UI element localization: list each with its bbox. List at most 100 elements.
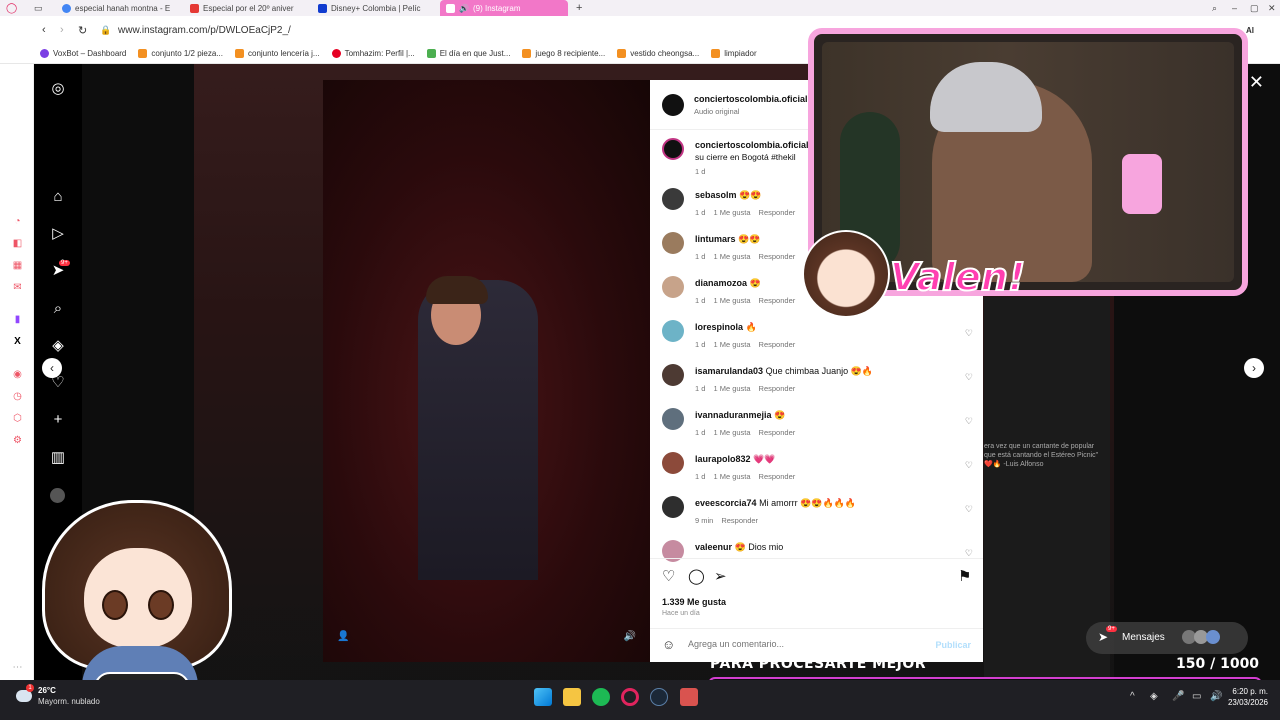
- comment-like-icon[interactable]: ♡: [965, 372, 973, 383]
- bag-icon[interactable]: ◧: [12, 238, 23, 249]
- photos-icon[interactable]: [680, 688, 698, 706]
- comment-like-icon[interactable]: ♡: [965, 504, 973, 515]
- bookmark-item[interactable]: conjunto 1/2 pieza...: [138, 49, 223, 58]
- author-avatar[interactable]: [662, 138, 684, 160]
- reply-button[interactable]: Responder: [721, 516, 758, 525]
- windows-start-icon[interactable]: [534, 688, 552, 706]
- url-input[interactable]: www.instagram.com/p/DWLOEaCjP2_/: [118, 25, 291, 36]
- save-icon[interactable]: ⚑: [958, 567, 971, 585]
- bookmark-item[interactable]: vestido cheongsa...: [617, 49, 699, 58]
- share-icon[interactable]: ➢: [714, 567, 727, 585]
- close-window-icon[interactable]: ✕: [1268, 3, 1276, 14]
- clock-icon[interactable]: ◷: [12, 391, 23, 402]
- previous-post-arrow[interactable]: ‹: [42, 358, 62, 378]
- bookmark-item[interactable]: Tomhazim: Perfil |...: [331, 49, 415, 58]
- reply-button[interactable]: Responder: [759, 208, 796, 217]
- reels-icon[interactable]: ▷: [49, 225, 67, 243]
- new-tab-button[interactable]: +: [576, 2, 582, 14]
- twitch-icon[interactable]: ▮: [12, 314, 23, 325]
- commenter-avatar[interactable]: [662, 232, 684, 254]
- comment-likes[interactable]: 1 Me gusta: [713, 296, 750, 305]
- tagged-user-icon[interactable]: 👤: [337, 631, 349, 642]
- commenter-avatar[interactable]: [662, 408, 684, 430]
- comment-like-icon[interactable]: ♡: [965, 460, 973, 471]
- volume-icon[interactable]: 🔊: [624, 631, 636, 642]
- explore-icon[interactable]: ◈: [49, 337, 67, 355]
- microphone-tray-icon[interactable]: 🎤: [1172, 691, 1184, 702]
- comment-icon[interactable]: ◯: [688, 567, 705, 585]
- emoji-icon[interactable]: ☺: [662, 637, 675, 652]
- comment-likes[interactable]: 1 Me gusta: [713, 384, 750, 393]
- extensions-icon[interactable]: ⬡: [12, 413, 23, 424]
- bookmark-item[interactable]: El día en que Just...: [426, 49, 510, 58]
- like-icon[interactable]: ♡: [662, 567, 675, 585]
- comment-likes[interactable]: 1 Me gusta: [713, 252, 750, 261]
- more-icon[interactable]: ⋯: [12, 662, 23, 673]
- network-icon[interactable]: ◈: [1150, 691, 1158, 702]
- opera-icon[interactable]: [621, 688, 639, 706]
- forward-icon[interactable]: ›: [60, 24, 64, 36]
- bookmark-item[interactable]: limpiador: [711, 49, 757, 58]
- commenter-username[interactable]: lorespinola: [695, 322, 743, 332]
- instagram-logo-icon[interactable]: ◎: [49, 80, 67, 98]
- reply-button[interactable]: Responder: [759, 472, 796, 481]
- comment-input[interactable]: [688, 639, 918, 649]
- comment-likes[interactable]: 1 Me gusta: [713, 340, 750, 349]
- comment-likes[interactable]: 1 Me gusta: [713, 472, 750, 481]
- author-avatar[interactable]: [662, 94, 684, 116]
- comment-likes[interactable]: 1 Me gusta: [713, 428, 750, 437]
- volume-tray-icon[interactable]: 🔊: [1210, 691, 1222, 702]
- display-icon[interactable]: ▭: [1192, 691, 1201, 702]
- tab-2[interactable]: Disney+ Colombia | Pelíc: [312, 0, 440, 16]
- comment-likes[interactable]: 1 Me gusta: [713, 208, 750, 217]
- tab-overview-icon[interactable]: ▭: [34, 3, 52, 14]
- x-icon[interactable]: X: [12, 336, 23, 347]
- publish-button[interactable]: Publicar: [935, 640, 971, 650]
- reply-button[interactable]: Responder: [759, 384, 796, 393]
- history-icon[interactable]: ◔: [12, 216, 23, 227]
- bookmark-item[interactable]: VoxBot – Dashboard: [40, 49, 126, 58]
- commenter-avatar[interactable]: [662, 320, 684, 342]
- player-icon[interactable]: ◉: [12, 369, 23, 380]
- dashboard-icon[interactable]: ▥: [49, 449, 67, 467]
- reply-button[interactable]: Responder: [759, 428, 796, 437]
- chevron-up-icon[interactable]: ^: [1130, 691, 1135, 702]
- commenter-username[interactable]: ivannaduranmejia: [695, 410, 772, 420]
- commenter-avatar[interactable]: [662, 188, 684, 210]
- bookmark-item[interactable]: conjunto lencería j...: [235, 49, 320, 58]
- commenter-avatar[interactable]: [662, 276, 684, 298]
- search-tabs-icon[interactable]: ⌕: [1212, 3, 1217, 14]
- home-icon[interactable]: ⌂: [49, 188, 67, 206]
- commenter-username[interactable]: sebasolm: [695, 190, 737, 200]
- spotify-icon[interactable]: [592, 688, 610, 706]
- tab-0[interactable]: especial hanah montna - E: [56, 0, 184, 16]
- ai-button[interactable]: AI: [1246, 26, 1254, 35]
- commenter-avatar[interactable]: [662, 496, 684, 518]
- audio-label[interactable]: Audio original: [694, 107, 739, 116]
- steam-icon[interactable]: [650, 688, 668, 706]
- reply-button[interactable]: Responder: [759, 340, 796, 349]
- commenter-avatar[interactable]: [662, 364, 684, 386]
- commenter-avatar[interactable]: [662, 452, 684, 474]
- commenter-username[interactable]: laurapolo832: [695, 454, 751, 464]
- commenter-username[interactable]: dianamozoa: [695, 278, 747, 288]
- mail-icon[interactable]: ✉: [12, 282, 23, 293]
- reply-button[interactable]: Responder: [759, 252, 796, 261]
- minimize-icon[interactable]: –: [1232, 3, 1237, 13]
- likes-count[interactable]: 1.339 Me gusta: [662, 597, 726, 607]
- create-icon[interactable]: +: [49, 411, 67, 429]
- author-username[interactable]: conciertoscolombia.oficial: [694, 94, 808, 104]
- speaker-icon[interactable]: 🔊: [459, 4, 469, 13]
- bookmark-item[interactable]: juego 8 recipiente...: [522, 49, 605, 58]
- system-clock[interactable]: 6:20 p. m. 23/03/2026: [1228, 686, 1268, 708]
- opera-logo-icon[interactable]: ◯: [6, 3, 20, 14]
- tab-3-active[interactable]: 🔊 (9) Instagram: [440, 0, 568, 16]
- messages-button[interactable]: ➤ 9+ Mensajes: [1086, 622, 1248, 654]
- caption-username[interactable]: conciertoscolombia.oficial: [695, 140, 809, 150]
- search-icon[interactable]: ⌕: [49, 300, 67, 318]
- back-icon[interactable]: ‹: [42, 24, 46, 36]
- close-modal-icon[interactable]: ✕: [1249, 72, 1264, 93]
- commenter-username[interactable]: eveescorcia74: [695, 498, 757, 508]
- reload-icon[interactable]: ↻: [78, 24, 87, 37]
- image-icon[interactable]: ▦: [12, 260, 23, 271]
